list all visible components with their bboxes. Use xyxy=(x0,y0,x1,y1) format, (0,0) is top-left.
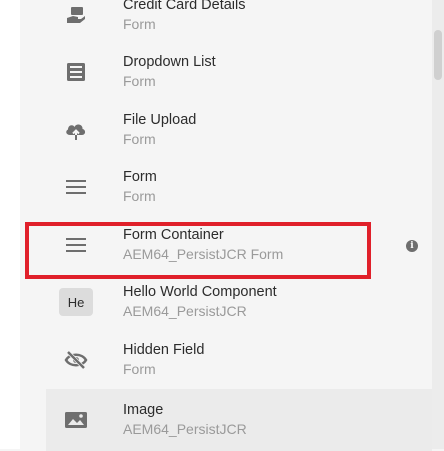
form-lines-icon xyxy=(59,228,93,262)
scrollbar-thumb[interactable] xyxy=(434,30,442,80)
component-title: Form xyxy=(123,169,157,186)
component-item-dropdown-list[interactable]: Dropdown List Form xyxy=(46,44,432,102)
component-item-image[interactable]: Image AEM64_PersistJCR xyxy=(46,388,432,451)
component-title: File Upload xyxy=(123,111,197,128)
cloud-upload-icon xyxy=(59,113,93,147)
info-icon[interactable]: i xyxy=(406,240,418,252)
component-item-hidden-field[interactable]: Hidden Field Form xyxy=(46,331,432,389)
left-gutter xyxy=(0,0,20,449)
component-group: Form xyxy=(123,188,156,205)
component-title: Dropdown List xyxy=(123,54,216,71)
component-group: AEM64_PersistJCR xyxy=(123,303,247,320)
components-panel: Credit Card Details Form Dropdown List F… xyxy=(0,0,444,451)
component-group: AEM64_PersistJCR Form xyxy=(123,245,284,262)
component-item-form-container[interactable]: Form Container AEM64_PersistJCR Form xyxy=(46,216,432,274)
component-title: Credit Card Details xyxy=(123,0,246,13)
image-icon xyxy=(59,403,93,437)
component-item-hello-world[interactable]: He Hello World Component AEM64_PersistJC… xyxy=(46,274,432,332)
eye-slash-icon xyxy=(59,343,93,377)
component-group: AEM64_PersistJCR xyxy=(123,420,247,437)
scrollbar[interactable] xyxy=(432,0,444,449)
component-item-form[interactable]: Form Form xyxy=(46,159,432,217)
component-title: Image xyxy=(123,401,164,418)
component-item-file-upload[interactable]: File Upload Form xyxy=(46,101,432,159)
component-title: Hello World Component xyxy=(123,284,277,301)
component-badge: He xyxy=(59,288,93,317)
component-group: Form xyxy=(123,360,156,377)
credit-card-hand-icon xyxy=(59,0,93,32)
component-group: Form xyxy=(123,130,156,147)
dropdown-list-icon xyxy=(59,55,93,89)
component-item-credit-card-details[interactable]: Credit Card Details Form xyxy=(46,0,432,44)
component-title: Hidden Field xyxy=(123,341,205,358)
text-badge: He xyxy=(59,285,93,319)
form-lines-icon xyxy=(59,170,93,204)
component-group: Form xyxy=(123,15,156,32)
component-title: Form Container xyxy=(123,226,224,243)
component-group: Form xyxy=(123,73,156,90)
